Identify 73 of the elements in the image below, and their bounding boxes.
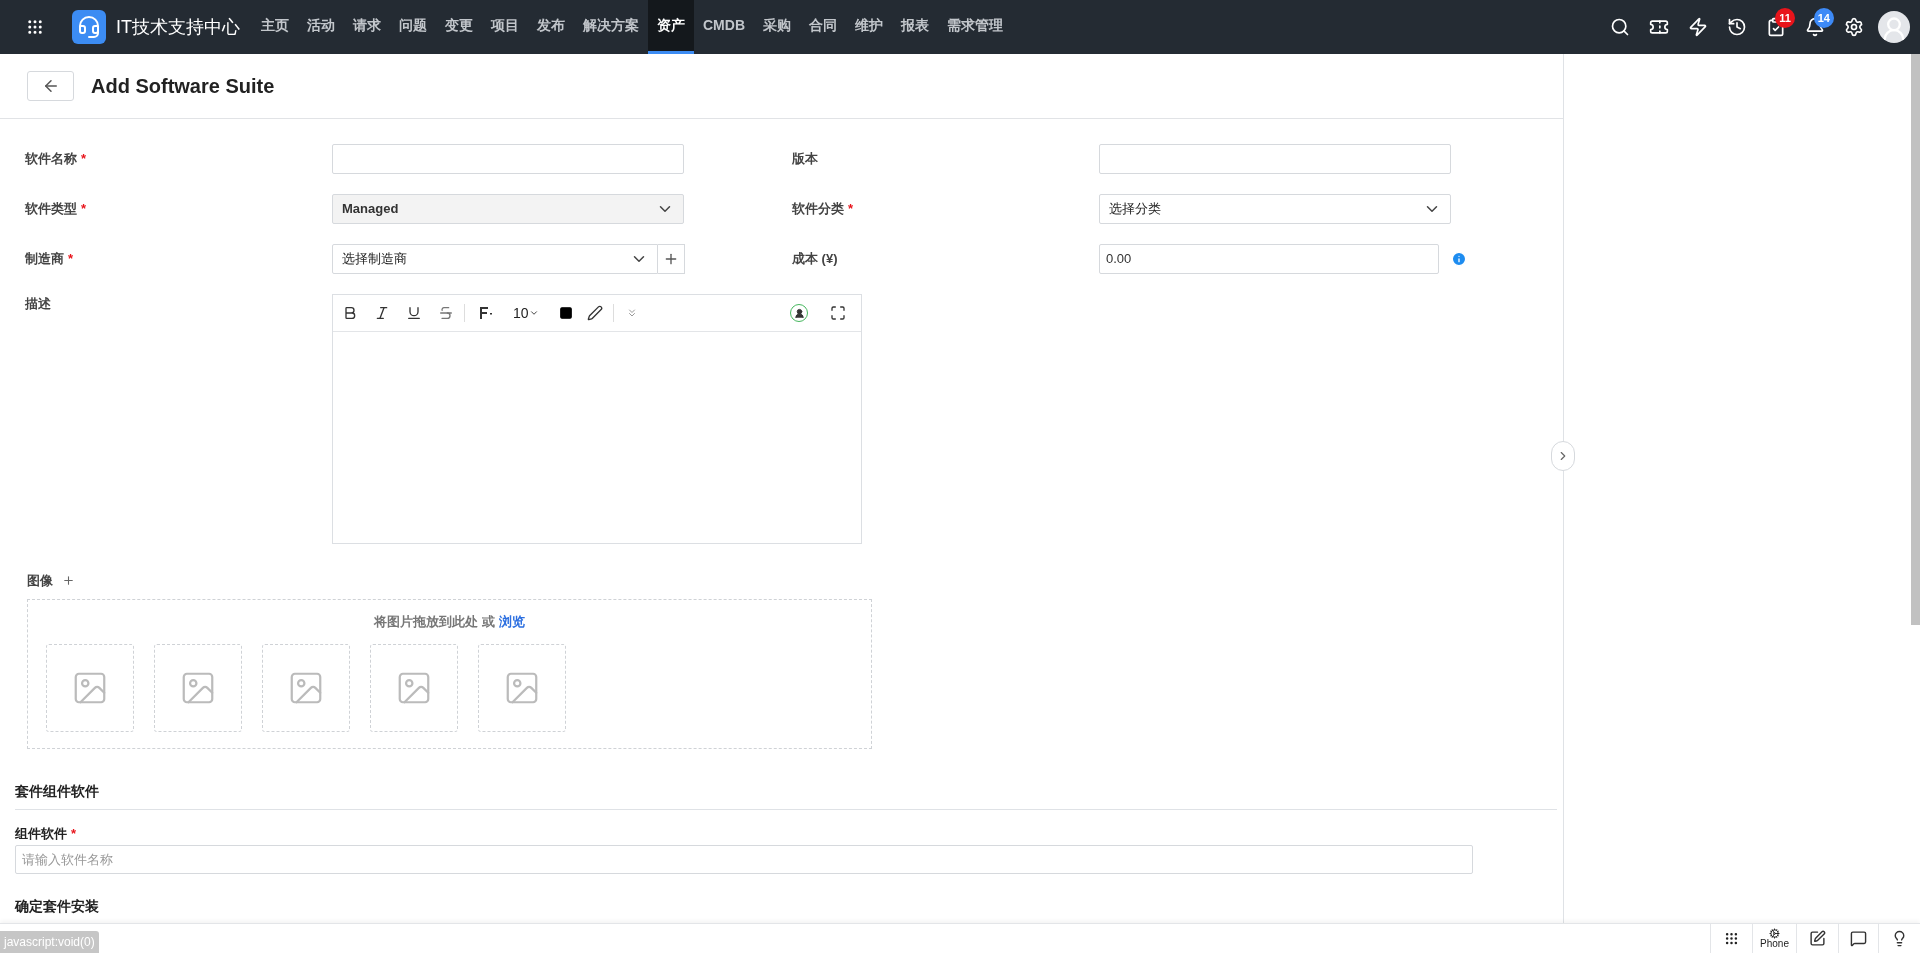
bold-icon[interactable] (342, 305, 358, 321)
gear-icon (1769, 928, 1780, 939)
strikethrough-icon[interactable] (438, 305, 454, 321)
count-badge: 14 (1813, 8, 1834, 28)
nav-tab[interactable]: 解决方案 (574, 0, 648, 54)
image-drop-zone[interactable]: 将图片拖放到此处 或 浏览 (27, 598, 872, 749)
software-name-field[interactable]: 请输入软件名称 (15, 845, 1473, 874)
images-label: 图像 (27, 572, 53, 590)
field-label: 软件类型 (25, 200, 77, 218)
text-color-icon[interactable] (558, 306, 573, 320)
plus-icon (663, 251, 679, 267)
field-label: 软件分类 (792, 200, 844, 218)
font-icon[interactable] (477, 305, 493, 321)
cost-field[interactable]: 0.00 (1099, 244, 1439, 274)
add-button[interactable] (658, 244, 685, 274)
info-icon[interactable] (1451, 251, 1467, 267)
search-icon[interactable] (1610, 17, 1630, 37)
caret-icon (528, 308, 539, 318)
dropdown-field[interactable]: 选择分类 (1099, 194, 1451, 224)
nav-tab[interactable]: 问题 (390, 0, 436, 54)
app-menu-icon[interactable] (26, 18, 44, 36)
required-mark: * (81, 200, 87, 218)
font-size-dropdown[interactable]: 10 (513, 302, 539, 324)
nav-tab[interactable]: 项目 (482, 0, 528, 54)
lightning-icon[interactable] (1688, 17, 1708, 37)
nav-tab[interactable]: 报表 (892, 0, 938, 54)
nav-tab[interactable]: 需求管理 (938, 0, 1012, 54)
nav-tab[interactable]: 活动 (298, 0, 344, 54)
nav-tab[interactable]: 变更 (436, 0, 482, 54)
text-field[interactable] (1099, 144, 1451, 174)
field-label: 版本 (792, 150, 818, 168)
required-mark: * (848, 200, 854, 218)
italic-icon[interactable] (374, 305, 390, 321)
nav-tab[interactable]: 维护 (846, 0, 892, 54)
brand-name: IT技术支持中心 (116, 15, 240, 39)
add-icon[interactable] (62, 574, 75, 588)
nav-tab[interactable]: 请求 (344, 0, 390, 54)
underline-icon[interactable] (406, 305, 422, 321)
chat-icon[interactable] (1850, 930, 1867, 947)
dialpad-icon[interactable] (1724, 931, 1739, 946)
notes-icon[interactable] (1809, 930, 1826, 947)
user-avatar[interactable] (1878, 11, 1910, 43)
nav-tab[interactable]: 发布 (528, 0, 574, 54)
logo-icon (72, 10, 106, 44)
rich-text-editor[interactable]: 10 (332, 294, 862, 544)
history-icon[interactable] (1727, 17, 1747, 37)
fullscreen-icon[interactable] (830, 305, 846, 321)
nav-tab[interactable]: 资产 (648, 0, 694, 54)
count-badge: 11 (1775, 8, 1795, 28)
nav-tab[interactable]: 合同 (800, 0, 846, 54)
nav-tab[interactable]: CMDB (694, 0, 754, 54)
ticket-icon[interactable] (1649, 17, 1669, 37)
section-heading: 套件组件软件 (15, 780, 1557, 810)
field-label: 描述 (25, 295, 52, 313)
field-label: 软件名称 (25, 150, 77, 168)
page-title: Add Software Suite (91, 74, 275, 99)
field-label: 制造商 (25, 250, 64, 268)
required-mark: * (81, 150, 87, 168)
nav-tab[interactable]: 主页 (252, 0, 298, 54)
settings-icon[interactable] (1844, 17, 1864, 37)
phone-button[interactable]: Phone (1752, 924, 1796, 953)
link-status-tooltip: javascript:void(0) (0, 931, 99, 953)
required-mark: * (68, 250, 74, 268)
text-field[interactable] (332, 144, 684, 174)
browse-link[interactable]: 浏览 (498, 613, 525, 629)
dropdown-field[interactable]: 选择制造商 (332, 244, 658, 274)
nav-tab[interactable]: 采购 (754, 0, 800, 54)
field-label: 组件软件 (15, 824, 67, 843)
field-label: 成本 (¥) (792, 250, 838, 268)
back-button[interactable] (27, 71, 74, 101)
required-mark: * (71, 824, 77, 843)
drop-hint: 将图片拖放到此处 或 浏览 (374, 612, 525, 631)
highlight-icon[interactable] (586, 305, 603, 321)
